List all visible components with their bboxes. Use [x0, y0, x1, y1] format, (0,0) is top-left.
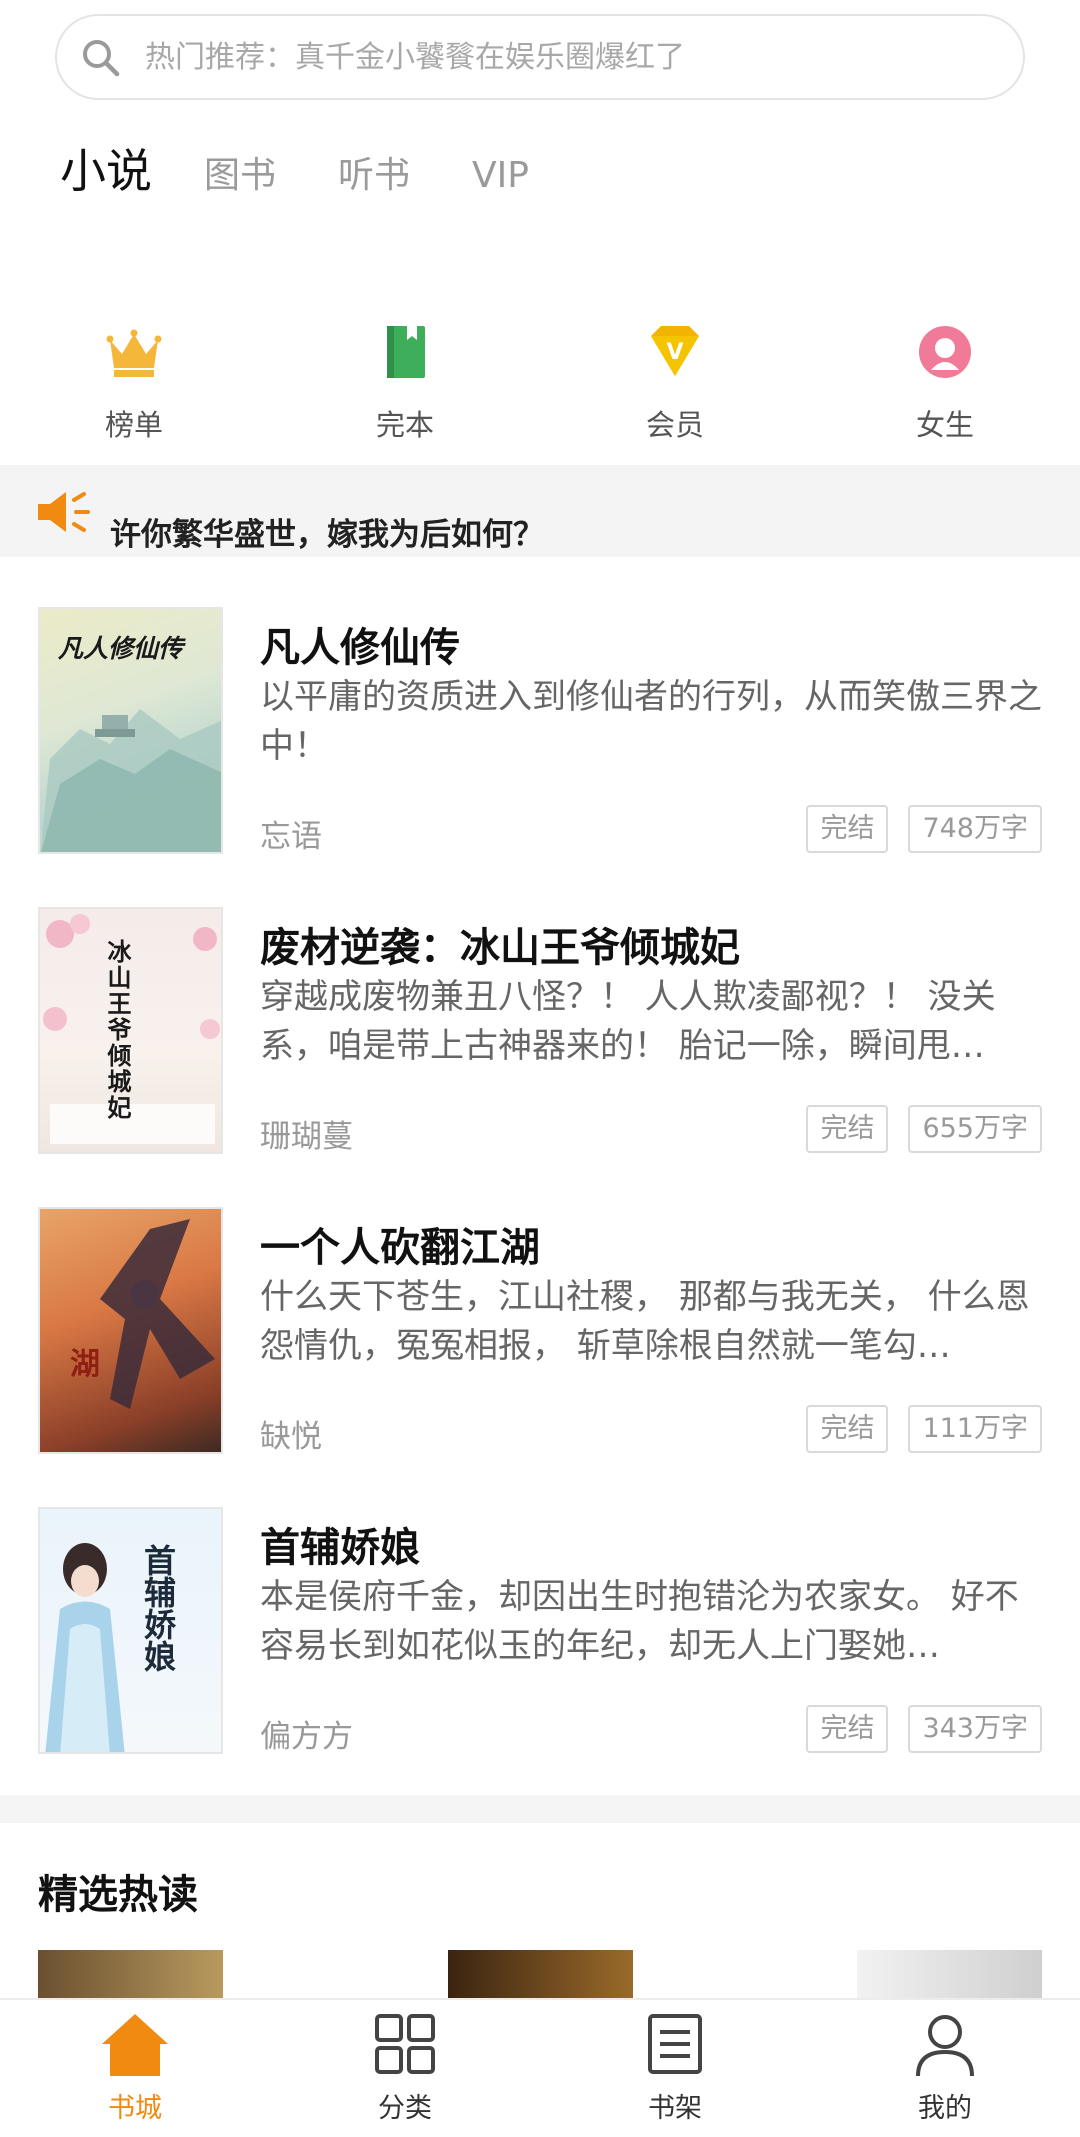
grid-icon	[375, 2014, 435, 2074]
quick-entry-member[interactable]: V 会员	[600, 322, 750, 444]
book-tags: 完结 748万字	[786, 805, 1042, 853]
book-item[interactable]: 冰山王爷倾城妃 废材逆袭：冰山王爷倾城妃 穿越成废物兼丑八怪？！ 人人欺凌鄙视？…	[0, 907, 1080, 1157]
quick-entry-label: 榜单	[104, 408, 163, 442]
status-badge: 完结	[806, 1105, 889, 1153]
book-description: 穿越成废物兼丑八怪？！ 人人欺凌鄙视？！ 没关系，咱是带上古神器来的！ 胎记一除…	[260, 977, 996, 1066]
status-badge: 完结	[806, 1405, 889, 1453]
word-count-badge: 343万字	[908, 1705, 1042, 1753]
nav-label: 书架	[648, 2093, 702, 2124]
bottom-nav: 书城 分类 书架 我的	[0, 1998, 1080, 2137]
cover-title: 首辅娇娘	[139, 1544, 177, 1672]
bookshelf-icon	[648, 2014, 702, 2074]
cover-title: 冰山王爷倾城妃	[103, 939, 132, 1121]
featured-book-cover[interactable]	[38, 1950, 223, 2000]
nav-category[interactable]: 分类	[335, 2012, 475, 2125]
tab-audio[interactable]: 听书	[338, 158, 410, 194]
quick-entry-label: 会员	[645, 408, 704, 442]
book-title: 首辅娇娘	[260, 1525, 420, 1571]
quick-entry-ranking[interactable]: 榜单	[59, 322, 209, 444]
book-cover: 湖	[38, 1207, 223, 1454]
word-count-badge: 655万字	[908, 1105, 1042, 1153]
book-description: 本是侯府千金，却因出生时抱错沦为农家女。 好不容易长到如花似玉的年纪，却无人上门…	[260, 1577, 1019, 1666]
quick-entry-female[interactable]: 女生	[870, 322, 1020, 444]
nav-label: 分类	[378, 2093, 432, 2124]
cover-title: 凡人修仙传	[58, 634, 184, 663]
quick-entry-label: 女生	[915, 408, 974, 442]
home-icon	[102, 2014, 168, 2076]
book-author: 珊瑚蔓	[260, 1119, 353, 1155]
bookstore-page: 小说 图书 听书 VIP 榜单 完本 V	[0, 0, 1080, 2137]
book-description: 什么天下苍生，江山社稷， 那都与我无关， 什么恩怨情仇，冤冤相报， 斩草除根自然…	[260, 1277, 1030, 1366]
search-bar[interactable]	[55, 14, 1025, 100]
book-title: 凡人修仙传	[260, 625, 460, 671]
cover-title: 湖	[70, 1347, 100, 1382]
featured-book-cover[interactable]	[857, 1950, 1042, 2000]
search-input[interactable]	[145, 39, 1023, 75]
category-tabs: 小说 图书 听书 VIP	[60, 148, 591, 194]
cover-art	[100, 1219, 215, 1409]
notice-text: 许你繁华盛世，嫁我为后如何？	[110, 517, 544, 553]
book-item[interactable]: 凡人修仙传 凡人修仙传 以平庸的资质进入到修仙者的行列，从而笑傲三界之中！ 忘语…	[0, 607, 1080, 857]
book-tags: 完结 111万字	[786, 1405, 1042, 1453]
quick-entries: 榜单 完本 V 会员 女生	[0, 322, 1080, 442]
search-icon	[83, 40, 120, 77]
tab-novel[interactable]: 小说	[60, 148, 152, 194]
book-cover: 冰山王爷倾城妃	[38, 907, 223, 1154]
status-badge: 完结	[806, 805, 889, 853]
book-icon	[387, 326, 425, 378]
section-divider	[0, 1795, 1080, 1823]
book-author: 缺悦	[260, 1419, 322, 1455]
quick-entry-label: 完本	[375, 408, 434, 442]
notice-banner[interactable]: 许你繁华盛世，嫁我为后如何？	[0, 465, 1080, 557]
quick-entry-finished[interactable]: 完本	[330, 322, 480, 444]
section-title: 精选热读	[38, 1872, 198, 1918]
tab-vip[interactable]: VIP	[472, 158, 529, 194]
book-item[interactable]: 首辅娇娘 首辅娇娘 本是侯府千金，却因出生时抱错沦为农家女。 好不容易长到如花似…	[0, 1507, 1080, 1757]
book-description: 以平庸的资质进入到修仙者的行列，从而笑傲三界之中！	[260, 677, 1042, 766]
book-author: 忘语	[260, 819, 322, 855]
nav-label: 我的	[918, 2093, 972, 2124]
book-cover: 凡人修仙传	[38, 607, 223, 854]
book-title: 一个人砍翻江湖	[260, 1225, 540, 1271]
svg-text:V: V	[666, 340, 683, 365]
featured-book-cover[interactable]	[448, 1950, 633, 2000]
word-count-badge: 111万字	[908, 1405, 1042, 1453]
book-author: 偏方方	[260, 1719, 353, 1755]
female-icon	[919, 326, 971, 378]
word-count-badge: 748万字	[908, 805, 1042, 853]
nav-label: 书城	[108, 2093, 162, 2124]
cover-art	[45, 1543, 125, 1752]
status-badge: 完结	[806, 1705, 889, 1753]
book-title: 废材逆袭：冰山王爷倾城妃	[260, 925, 740, 971]
nav-bookstore[interactable]: 书城	[65, 2012, 205, 2125]
book-tags: 完结 343万字	[786, 1705, 1042, 1753]
tab-books[interactable]: 图书	[204, 158, 276, 194]
user-icon	[916, 2015, 974, 2077]
book-cover: 首辅娇娘	[38, 1507, 223, 1754]
crown-icon	[106, 329, 162, 377]
book-item[interactable]: 湖 一个人砍翻江湖 什么天下苍生，江山社稷， 那都与我无关， 什么恩怨情仇，冤冤…	[0, 1207, 1080, 1457]
nav-profile[interactable]: 我的	[875, 2012, 1015, 2125]
nav-bookshelf[interactable]: 书架	[605, 2012, 745, 2125]
vip-diamond-icon: V	[651, 326, 699, 376]
speaker-icon	[38, 492, 90, 532]
book-tags: 完结 655万字	[786, 1105, 1042, 1153]
